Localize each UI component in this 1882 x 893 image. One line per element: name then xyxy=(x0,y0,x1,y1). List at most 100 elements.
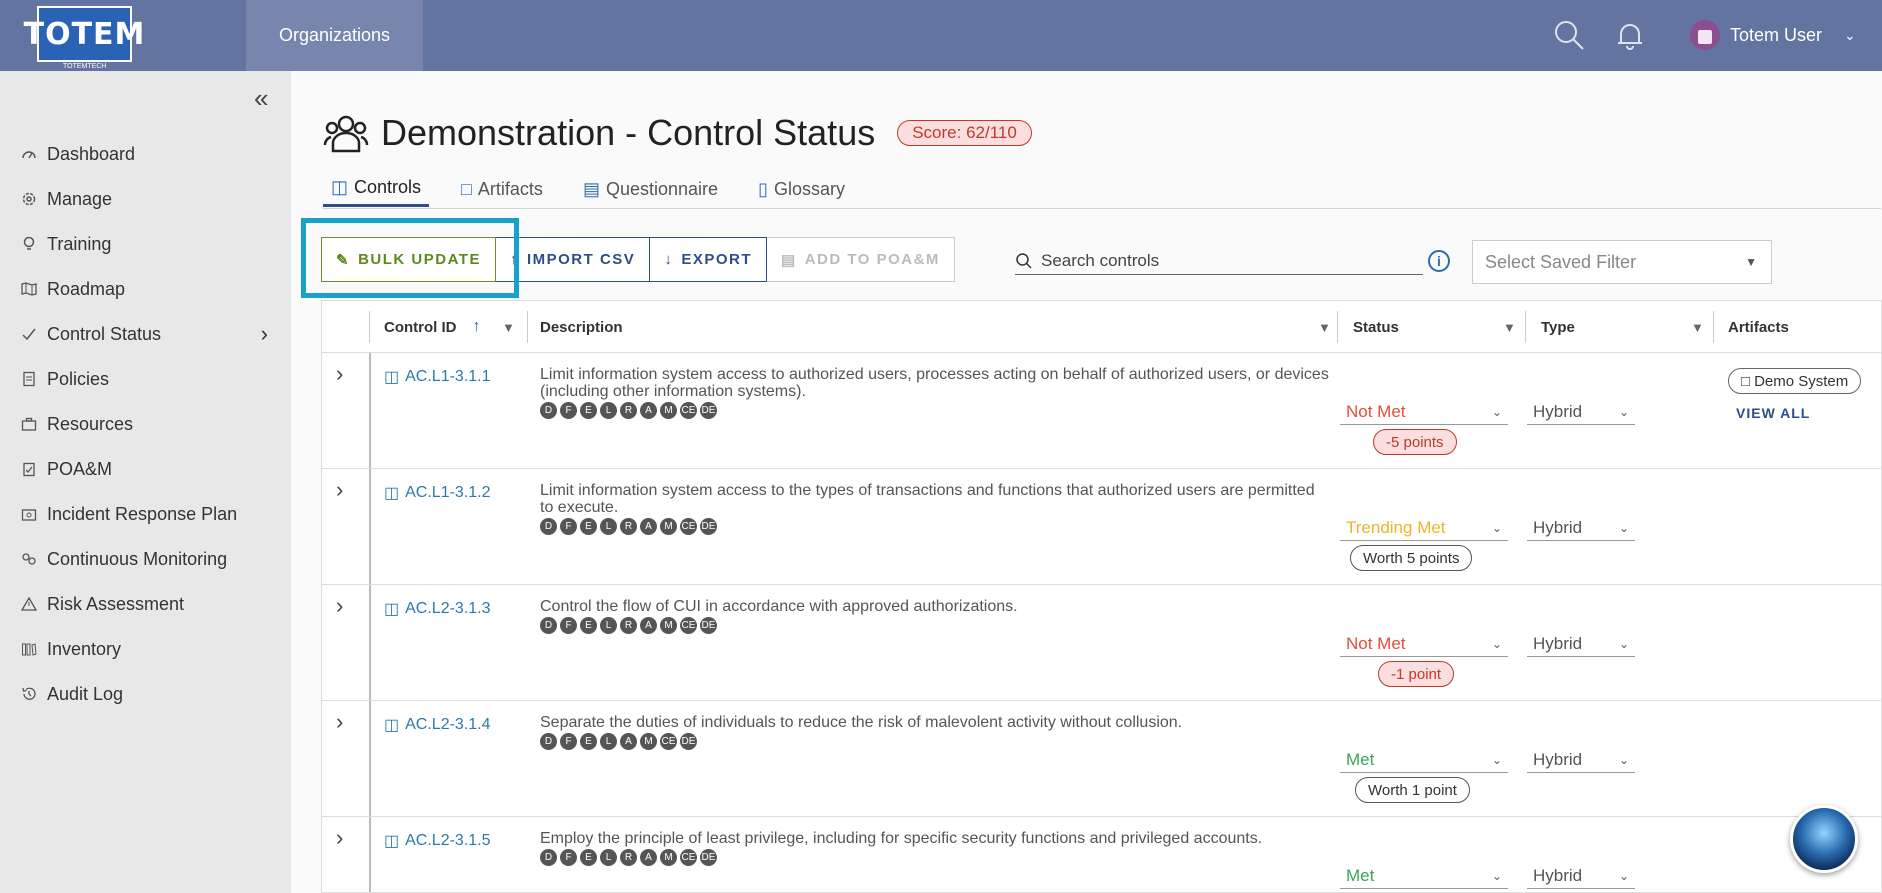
bell-icon[interactable] xyxy=(1613,18,1647,52)
type-select[interactable]: Hybrid ⌄ xyxy=(1527,399,1635,425)
column-header-description[interactable]: Description ▼ xyxy=(540,301,1331,353)
view-all-link[interactable]: VIEW ALL xyxy=(1736,405,1810,421)
filter-icon[interactable]: ▼ xyxy=(1318,320,1331,335)
search-input[interactable]: Search controls xyxy=(1015,247,1423,275)
user-menu[interactable]: Totem User ⌄ xyxy=(1690,17,1856,53)
nav-organizations[interactable]: Organizations xyxy=(246,0,423,71)
briefcase-icon xyxy=(20,415,38,433)
sidebar-item-continuous-monitoring[interactable]: Continuous Monitoring xyxy=(20,544,280,574)
history-icon xyxy=(20,685,38,703)
sidebar-item-poam[interactable]: POA&M xyxy=(20,454,280,484)
badge: A xyxy=(640,849,657,866)
sidebar-item-dashboard[interactable]: Dashboard xyxy=(20,139,280,169)
header-label: Artifacts xyxy=(1728,318,1789,336)
sidebar: « Dashboard Manage Training Roadmap Cont… xyxy=(0,71,291,893)
type-value: Hybrid xyxy=(1533,865,1583,885)
sidebar-item-label: Roadmap xyxy=(47,278,126,299)
artifact-chip[interactable]: □ Demo System xyxy=(1728,368,1862,394)
table-row[interactable]: › ◫ AC.L2-3.1.5 Employ the principle of … xyxy=(322,817,1881,892)
tab-artifacts[interactable]: □ Artifacts xyxy=(453,171,551,207)
import-csv-button[interactable]: ↑ IMPORT CSV xyxy=(495,237,651,282)
status-select[interactable]: Not Met ⌄ xyxy=(1340,631,1508,657)
table-row[interactable]: › ◫ AC.L2-3.1.4 Separate the duties of i… xyxy=(322,701,1881,817)
column-header-status[interactable]: Status ▼ xyxy=(1353,301,1523,353)
expand-row-icon[interactable]: › xyxy=(336,477,343,503)
sidebar-item-policies[interactable]: Policies xyxy=(20,364,280,394)
expand-row-icon[interactable]: › xyxy=(336,825,343,851)
info-icon[interactable]: i xyxy=(1428,250,1450,272)
status-select[interactable]: Not Met ⌄ xyxy=(1340,399,1508,425)
avatar xyxy=(1690,20,1720,50)
header-label: Description xyxy=(540,318,623,336)
search-icon[interactable] xyxy=(1552,18,1586,52)
badge: A xyxy=(620,733,637,750)
badge: F xyxy=(560,518,577,535)
control-id-link[interactable]: ◫ AC.L2-3.1.5 xyxy=(384,831,491,851)
column-header-control-id[interactable]: Control ID ↑ ▼ xyxy=(384,301,524,353)
document-icon xyxy=(20,370,38,388)
type-select[interactable]: Hybrid ⌄ xyxy=(1527,747,1635,773)
table-row[interactable]: › ◫ AC.L1-3.1.1 Limit information system… xyxy=(322,353,1881,469)
filter-icon[interactable]: ▼ xyxy=(1503,320,1516,335)
type-select[interactable]: Hybrid ⌄ xyxy=(1527,863,1635,889)
type-select[interactable]: Hybrid ⌄ xyxy=(1527,631,1635,657)
badge: R xyxy=(620,617,637,634)
sidebar-item-incident-response-plan[interactable]: Incident Response Plan xyxy=(20,499,280,529)
sidebar-item-audit-log[interactable]: Audit Log xyxy=(20,679,280,709)
bulk-update-button[interactable]: ✎ BULK UPDATE xyxy=(321,237,496,282)
status-select[interactable]: Met ⌄ xyxy=(1340,863,1508,889)
filter-icon[interactable]: ▼ xyxy=(502,320,515,335)
control-description: Limit information system access to the t… xyxy=(540,482,1330,535)
chat-widget-button[interactable] xyxy=(1790,805,1858,873)
button-label: IMPORT CSV xyxy=(526,251,636,268)
collapse-sidebar-icon[interactable]: « xyxy=(254,83,268,114)
sidebar-item-label: Manage xyxy=(47,188,113,209)
sidebar-item-resources[interactable]: Resources xyxy=(20,409,280,439)
lightbulb-icon xyxy=(20,235,38,253)
control-description: Control the flow of CUI in accordance wi… xyxy=(540,598,1330,634)
tag-icon: ◫ xyxy=(384,485,400,502)
sidebar-item-label: Continuous Monitoring xyxy=(47,548,228,569)
button-label: ADD TO POA&M xyxy=(804,251,940,268)
type-select[interactable]: Hybrid ⌄ xyxy=(1527,515,1635,541)
export-button[interactable]: ↓ EXPORT xyxy=(650,237,767,282)
control-id-link[interactable]: ◫ AC.L1-3.1.2 xyxy=(384,483,491,503)
tab-glossary[interactable]: ▯ Glossary xyxy=(750,171,853,207)
control-id-link[interactable]: ◫ AC.L2-3.1.4 xyxy=(384,715,491,735)
sidebar-item-control-status[interactable]: Control Status › xyxy=(20,319,280,349)
tab-controls[interactable]: ◫ Controls xyxy=(323,171,430,207)
sidebar-item-risk-assessment[interactable]: Risk Assessment xyxy=(20,589,280,619)
badge: L xyxy=(600,402,617,419)
sidebar-item-training[interactable]: Training xyxy=(20,229,280,259)
badge: D xyxy=(540,518,557,535)
saved-filter-select[interactable]: Select Saved Filter ▼ xyxy=(1472,240,1772,284)
gear-icon xyxy=(20,190,38,208)
control-id-link[interactable]: ◫ AC.L1-3.1.1 xyxy=(384,367,491,387)
sidebar-item-manage[interactable]: Manage xyxy=(20,184,280,214)
chevron-down-icon: ⌄ xyxy=(1491,868,1502,883)
badge: M xyxy=(660,518,677,535)
status-select[interactable]: Trending Met ⌄ xyxy=(1340,515,1508,541)
add-to-poam-button[interactable]: ▤ ADD TO POA&M xyxy=(767,237,955,282)
column-header-type[interactable]: Type ▼ xyxy=(1541,301,1711,353)
sidebar-item-inventory[interactable]: Inventory xyxy=(20,634,280,664)
badge: E xyxy=(580,733,597,750)
badge: A xyxy=(640,518,657,535)
expand-row-icon[interactable]: › xyxy=(336,593,343,619)
control-id-link[interactable]: ◫ AC.L2-3.1.3 xyxy=(384,599,491,619)
filter-icon[interactable]: ▼ xyxy=(1691,320,1704,335)
status-select[interactable]: Met ⌄ xyxy=(1340,747,1508,773)
badge: D xyxy=(540,402,557,419)
column-separator xyxy=(1713,311,1714,343)
expand-row-icon[interactable]: › xyxy=(336,709,343,735)
sidebar-item-roadmap[interactable]: Roadmap xyxy=(20,274,280,304)
table-row[interactable]: › ◫ AC.L1-3.1.2 Limit information system… xyxy=(322,469,1881,585)
totem-logo[interactable]: TOTEM TOTEMTECH xyxy=(24,6,144,70)
header-label: Status xyxy=(1353,318,1399,336)
badge: F xyxy=(560,617,577,634)
expand-row-icon[interactable]: › xyxy=(336,361,343,387)
saved-filter-placeholder: Select Saved Filter xyxy=(1485,251,1637,272)
tab-questionnaire[interactable]: ▤ Questionnaire xyxy=(575,171,726,207)
table-row[interactable]: › ◫ AC.L2-3.1.3 Control the flow of CUI … xyxy=(322,585,1881,701)
sort-ascending-icon[interactable]: ↑ xyxy=(473,318,481,336)
